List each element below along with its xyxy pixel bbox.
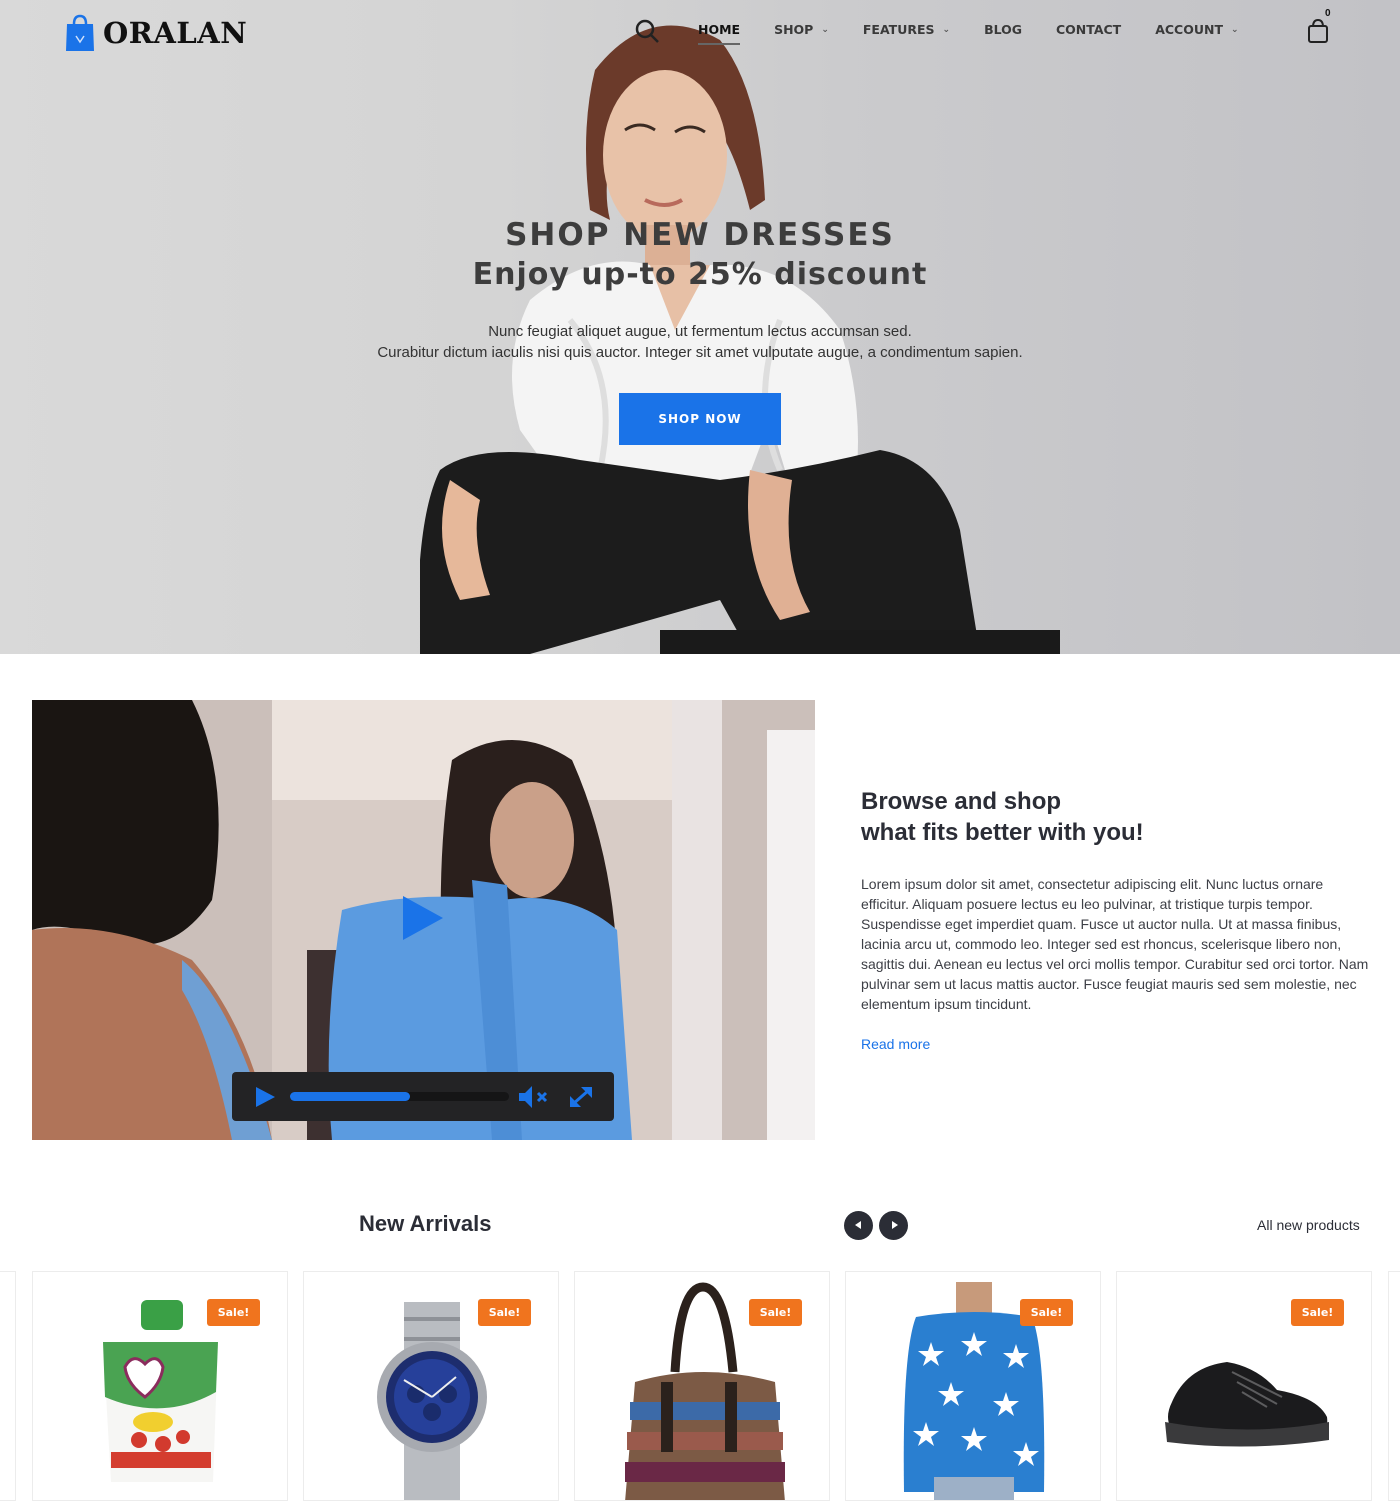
play-icon[interactable] (256, 1087, 275, 1107)
nav-label: SHOP (774, 22, 814, 37)
nav-item-contact[interactable]: CONTACT (1056, 22, 1121, 37)
nav-label: ACCOUNT (1155, 22, 1223, 37)
sale-badge: Sale! (478, 1299, 531, 1326)
all-new-products-link[interactable]: All new products (1257, 1217, 1360, 1233)
chevron-down-icon: ⌄ (1231, 24, 1239, 35)
nav-item-account[interactable]: ACCOUNT ⌄ (1155, 22, 1238, 37)
product-card[interactable]: Sale! (303, 1271, 559, 1501)
nav-item-shop[interactable]: SHOP ⌄ (774, 22, 829, 37)
fullscreen-icon[interactable] (567, 1084, 595, 1110)
shopping-bag-logo-icon (66, 14, 94, 51)
chevron-down-icon: ⌄ (821, 24, 829, 35)
site-header: ORALAN HOME SHOP ⌄ FEATURES ⌄ BLOG CONTACT… (0, 0, 1400, 65)
volume-mute-icon[interactable] (517, 1084, 551, 1110)
product-card[interactable]: Sale! (32, 1271, 288, 1501)
carousel-prev-button[interactable] (844, 1211, 873, 1240)
chevron-left-icon (855, 1221, 861, 1229)
video-progress-bar[interactable] (290, 1092, 509, 1101)
nav-item-blog[interactable]: BLOG (984, 22, 1022, 37)
video-progress-fill (290, 1092, 411, 1101)
hero-subtitle: Enjoy up-to 25% discount (472, 257, 928, 292)
shop-now-button[interactable]: SHOP NOW (619, 393, 781, 445)
about-title-line: what fits better with you! (861, 819, 1144, 846)
product-card[interactable]: Sale! (845, 1271, 1101, 1501)
nav-label: FEATURES (862, 22, 935, 37)
hero-description-line: Nunc feugiat aliquet augue, ut fermentum… (488, 323, 912, 340)
hero-description-line: Curabitur dictum iaculis nisi quis aucto… (377, 344, 1023, 361)
hero-title: SHOP NEW DRESSES (505, 217, 895, 253)
product-card[interactable]: Sale! (1116, 1271, 1372, 1501)
search-icon[interactable] (634, 18, 660, 44)
about-section: Browse and shop what fits better with yo… (861, 786, 1371, 1054)
about-title: Browse and shop what fits better with yo… (861, 786, 1371, 848)
hero-banner: ORALAN HOME SHOP ⌄ FEATURES ⌄ BLOG CONTACT… (0, 0, 1400, 654)
sale-badge: Sale! (1291, 1299, 1344, 1326)
nav-item-features[interactable]: FEATURES ⌄ (863, 22, 950, 37)
read-more-link[interactable]: Read more (861, 1036, 930, 1052)
video-controls (232, 1072, 614, 1121)
shopping-bag-icon[interactable] (1306, 18, 1330, 44)
logo[interactable]: ORALAN (65, 14, 247, 52)
product-card[interactable]: Sale! (574, 1271, 830, 1501)
nav-label: CONTACT (1056, 22, 1122, 37)
about-title-line: Browse and shop (861, 788, 1062, 815)
chevron-down-icon: ⌄ (942, 24, 951, 35)
sale-badge: Sale! (749, 1299, 802, 1326)
product-card-partial[interactable] (1388, 1271, 1400, 1501)
nav-label: BLOG (984, 22, 1022, 37)
chevron-right-icon (892, 1221, 898, 1229)
cart-count-badge: 0 (1325, 8, 1331, 19)
product-card-partial[interactable] (0, 1271, 16, 1501)
about-text: Lorem ipsum dolor sit amet, consectetur … (861, 876, 1369, 1012)
sale-badge: Sale! (1020, 1299, 1073, 1326)
sale-badge: Sale! (207, 1299, 260, 1326)
nav-label: HOME (698, 22, 741, 37)
hero-content: SHOP NEW DRESSES Enjoy up-to 25% discoun… (0, 215, 1400, 445)
carousel-next-button[interactable] (879, 1211, 908, 1240)
main-nav: HOME SHOP ⌄ FEATURES ⌄ BLOG CONTACT ACCOUN… (698, 22, 1273, 45)
nav-item-home[interactable]: HOME (698, 22, 741, 45)
logo-text: ORALAN (103, 16, 248, 50)
play-icon[interactable] (403, 896, 443, 940)
hero-description: Nunc feugiat aliquet augue, ut fermentum… (0, 321, 1400, 363)
new-arrivals-title: New Arrivals (359, 1211, 492, 1236)
